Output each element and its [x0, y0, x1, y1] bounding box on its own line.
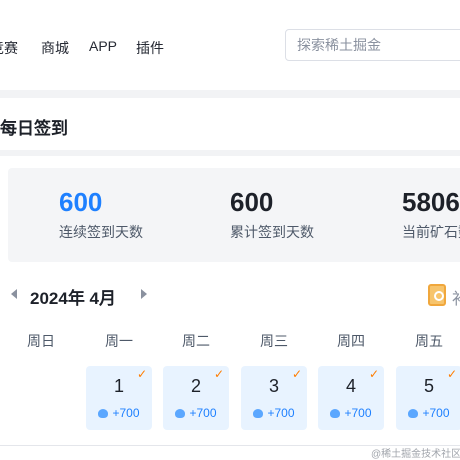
top-navbar: 竞赛 商城 APP 插件 [0, 0, 460, 90]
day-number: 4 [345, 376, 356, 396]
day-number: 5 [423, 376, 434, 396]
stat-current-ore: 58065 当前矿石数 [402, 186, 460, 242]
month-label: 2024年 4月 [30, 289, 116, 308]
reward-value: +700 [422, 406, 450, 420]
makeup-card-icon[interactable] [428, 284, 446, 306]
reward-value: +700 [112, 406, 140, 420]
stat-label: 当前矿石数 [402, 224, 460, 240]
day-reward: +700 [318, 406, 384, 420]
ore-icon [175, 409, 186, 418]
weekday-thu: 周四 [337, 333, 365, 349]
stat-total-days: 600 累计签到天数 [230, 186, 314, 242]
stat-value: 58065 [402, 187, 460, 217]
nav-item-mall[interactable]: 商城 [41, 38, 69, 58]
calendar-day[interactable]: ✓ 5 +700 [396, 366, 460, 430]
prev-month-icon[interactable] [11, 289, 17, 299]
calendar-day[interactable]: ✓ 2 +700 [163, 366, 229, 430]
calendar-day[interactable]: ✓ 3 +700 [241, 366, 307, 430]
weekday-fri: 周五 [415, 333, 443, 349]
nav-item-plugin[interactable]: 插件 [136, 38, 164, 58]
month-bar: 2024年 4月 补 [0, 281, 460, 311]
weekday-mon: 周一 [105, 333, 133, 349]
day-number: 2 [190, 376, 201, 396]
stat-consecutive-days: 600 连续签到天数 [59, 186, 143, 242]
divider-band [0, 90, 460, 98]
day-number: 3 [268, 376, 279, 396]
search-input[interactable] [286, 30, 460, 60]
stat-label: 连续签到天数 [59, 224, 143, 240]
next-month-icon[interactable] [141, 289, 147, 299]
day-reward: +700 [86, 406, 152, 420]
makeup-label[interactable]: 补 [452, 285, 460, 309]
stat-label: 累计签到天数 [230, 224, 314, 240]
reward-value: +700 [189, 406, 217, 420]
calendar-day[interactable]: ✓ 4 +700 [318, 366, 384, 430]
nav-item-app[interactable]: APP [89, 38, 117, 54]
reward-value: +700 [344, 406, 372, 420]
checkin-card: 600 连续签到天数 600 累计签到天数 58065 当前矿石数 2024年 … [0, 156, 460, 446]
ore-icon [98, 409, 109, 418]
stat-value: 600 [230, 187, 274, 217]
ore-icon [253, 409, 264, 418]
stats-panel: 600 连续签到天数 600 累计签到天数 58065 当前矿石数 [8, 168, 460, 262]
reward-value: +700 [267, 406, 295, 420]
watermark: @稀土掘金技术社区 [371, 449, 460, 460]
nav-item-contest[interactable]: 竞赛 [0, 38, 18, 58]
search-box[interactable] [285, 29, 460, 61]
weekday-tue: 周二 [182, 333, 210, 349]
ore-icon [330, 409, 341, 418]
page-header: 每日签到 [0, 98, 460, 150]
day-reward: +700 [163, 406, 229, 420]
day-reward: +700 [396, 406, 460, 420]
calendar-days: ✓ 1 +700 ✓ 2 +700 ✓ 3 +700 ✓ 4 +700 ✓ 5 … [0, 366, 460, 430]
ore-icon [408, 409, 419, 418]
day-reward: +700 [241, 406, 307, 420]
weekday-sun: 周日 [27, 333, 55, 349]
day-number: 1 [113, 376, 124, 396]
weekday-header: 周日 周一 周二 周三 周四 周五 [0, 331, 460, 351]
page-title: 每日签到 [0, 119, 68, 138]
calendar-day[interactable]: ✓ 1 +700 [86, 366, 152, 430]
weekday-wed: 周三 [260, 333, 288, 349]
stat-value: 600 [59, 187, 103, 217]
